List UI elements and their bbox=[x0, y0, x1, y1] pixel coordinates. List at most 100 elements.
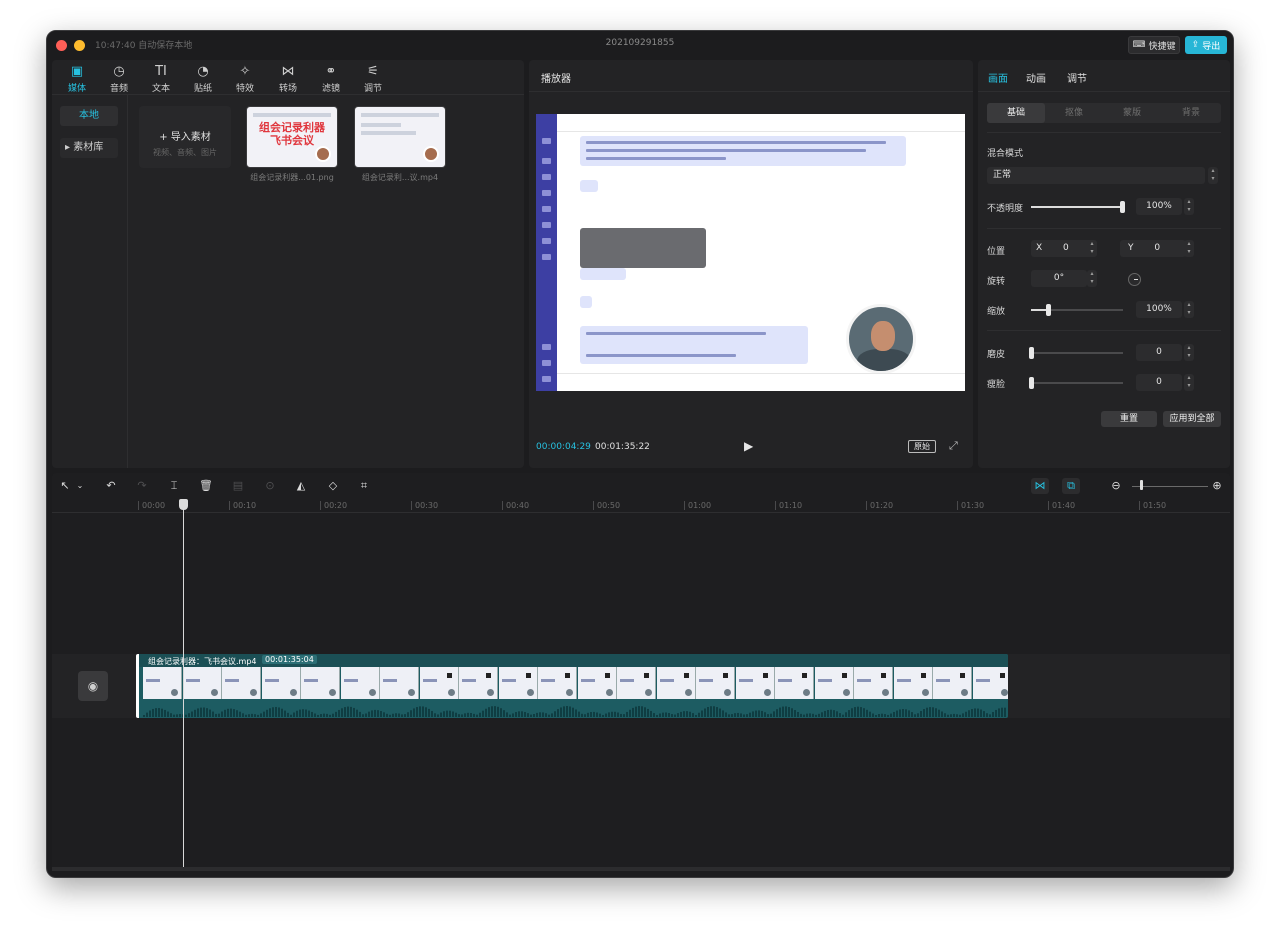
tab-effects[interactable]: ✧ 特效 bbox=[224, 60, 266, 94]
tab-media[interactable]: ▣ 媒体 bbox=[56, 60, 98, 94]
rotate-icon[interactable]: ◇ bbox=[325, 478, 341, 494]
plus-icon: + bbox=[159, 132, 171, 143]
rotation-label: 旋转 bbox=[987, 277, 1006, 287]
preview-text-line bbox=[586, 354, 736, 357]
tab-animation[interactable]: 动画 bbox=[1026, 70, 1046, 85]
smooth-skin-label: 磨皮 bbox=[987, 350, 1006, 360]
tab-adjust[interactable]: 调节 bbox=[1067, 70, 1087, 85]
subtab-mask[interactable]: 蒙版 bbox=[1103, 103, 1161, 123]
speaker-icon: ◉ bbox=[87, 679, 99, 693]
clip-frame bbox=[419, 667, 459, 699]
preview-message-bubble bbox=[580, 180, 598, 192]
tab-picture[interactable]: 画面 bbox=[988, 70, 1008, 85]
position-label: 位置 bbox=[987, 247, 1006, 257]
smooth-skin-input[interactable]: 0 bbox=[1136, 344, 1182, 361]
track-audio-toggle[interactable]: ◉ bbox=[78, 671, 108, 701]
shortcut-button[interactable]: ⌨ 快捷键 bbox=[1128, 36, 1180, 54]
select-tool-icon[interactable]: ↖ bbox=[57, 478, 73, 494]
smooth-skin-slider-knob[interactable] bbox=[1029, 347, 1034, 359]
tab-adjust[interactable]: ⚟ 调节 bbox=[352, 60, 394, 94]
redo-icon[interactable]: ↷ bbox=[134, 478, 150, 494]
text-icon: TI bbox=[155, 64, 167, 79]
tab-transition[interactable]: ⋈ 转场 bbox=[267, 60, 309, 94]
subtab-background[interactable]: 背景 bbox=[1162, 103, 1220, 123]
blend-mode-label: 混合模式 bbox=[987, 149, 1024, 159]
link-clips-icon[interactable]: ⧉ bbox=[1062, 478, 1080, 494]
divider bbox=[529, 91, 973, 92]
ratio-button[interactable]: 原始 bbox=[908, 440, 936, 453]
tab-filter[interactable]: ⚭ 滤镜 bbox=[310, 60, 352, 94]
rotation-dial-icon[interactable] bbox=[1128, 273, 1141, 286]
position-y-stepper[interactable]: ▴ ▾ bbox=[1184, 240, 1194, 257]
split-icon[interactable]: ⌶ bbox=[166, 478, 182, 494]
subtab-basic[interactable]: 基础 bbox=[987, 103, 1045, 123]
ruler-tick: 01:00 bbox=[684, 501, 711, 510]
scale-stepper[interactable]: ▴ ▾ bbox=[1184, 301, 1194, 318]
preview-chat-input bbox=[557, 373, 965, 391]
preview-text-line bbox=[586, 141, 886, 144]
media-thumbnail-video[interactable] bbox=[354, 106, 446, 168]
ruler-tick: 00:00 bbox=[138, 501, 165, 510]
opacity-input[interactable]: 100% bbox=[1136, 198, 1182, 215]
rotation-stepper[interactable]: ▴ ▾ bbox=[1087, 270, 1097, 287]
timeline-ruler[interactable]: 00:00 00:10 00:20 00:30 00:40 00:50 01:00 01:10… bbox=[52, 499, 1230, 513]
undo-icon[interactable]: ↶ bbox=[103, 478, 119, 494]
clip-frame bbox=[143, 667, 182, 699]
rotation-input[interactable]: 0° bbox=[1031, 270, 1087, 287]
fullscreen-icon[interactable]: ⤢ bbox=[949, 439, 958, 453]
video-clip[interactable]: 组会记录利器：飞书会议.mp4 00:01:35:04 bbox=[136, 654, 1008, 718]
ruler-tick: 00:30 bbox=[411, 501, 438, 510]
clip-frame bbox=[854, 667, 893, 699]
video-preview[interactable] bbox=[536, 114, 965, 391]
tab-audio[interactable]: ◷ 音频 bbox=[98, 60, 140, 94]
thumbnail-header bbox=[361, 113, 439, 117]
apply-all-button[interactable]: 应用到全部 bbox=[1163, 411, 1221, 427]
slim-face-input[interactable]: 0 bbox=[1136, 374, 1182, 391]
chevron-down-icon[interactable]: ⌄ bbox=[72, 478, 88, 494]
delete-icon[interactable]: 🗑 bbox=[198, 478, 214, 494]
keyboard-icon: ⌨ bbox=[1132, 40, 1146, 50]
mirror-icon[interactable]: ◭ bbox=[293, 478, 309, 494]
subtab-chroma-key[interactable]: 抠像 bbox=[1045, 103, 1103, 123]
tab-text[interactable]: TI 文本 bbox=[140, 60, 182, 94]
reverse-icon[interactable]: ⊙ bbox=[262, 478, 278, 494]
reset-button[interactable]: 重置 bbox=[1101, 411, 1157, 427]
slim-face-stepper[interactable]: ▴ ▾ bbox=[1184, 374, 1194, 391]
thumbnail-caption: 组会记录利器...01.png bbox=[250, 173, 334, 182]
media-thumbnail-image[interactable]: 组会记录利器 飞书会议 bbox=[246, 106, 338, 168]
export-button[interactable]: ⇪ 导出 bbox=[1185, 36, 1227, 54]
blend-mode-chevron-icon[interactable]: ▴ ▾ bbox=[1208, 167, 1218, 184]
clip-frame bbox=[617, 667, 656, 699]
zoom-slider-track[interactable] bbox=[1132, 486, 1208, 487]
sidebar-item-library[interactable]: ▸ 素材库 bbox=[60, 138, 118, 158]
opacity-label: 不透明度 bbox=[987, 204, 1024, 214]
play-icon[interactable]: ▶ bbox=[744, 439, 753, 453]
blend-mode-select[interactable]: 正常 bbox=[987, 167, 1205, 184]
opacity-slider-knob[interactable] bbox=[1120, 201, 1125, 213]
clip-frame bbox=[340, 667, 380, 699]
tab-label: 特效 bbox=[235, 84, 254, 94]
opacity-stepper[interactable]: ▴ ▾ bbox=[1184, 198, 1194, 215]
preview-text-line bbox=[586, 332, 766, 335]
freeze-frame-icon[interactable]: ▤ bbox=[230, 478, 246, 494]
import-media-button[interactable]: + 导入素材 视频、音频、图片 bbox=[139, 106, 231, 168]
smooth-skin-stepper[interactable]: ▴ ▾ bbox=[1184, 344, 1194, 361]
scale-input[interactable]: 100% bbox=[1136, 301, 1182, 318]
tab-sticker[interactable]: ◔ 贴纸 bbox=[182, 60, 224, 94]
snap-icon[interactable]: ⋈ bbox=[1031, 478, 1049, 494]
zoom-slider-knob[interactable] bbox=[1140, 480, 1143, 490]
smooth-skin-slider-track[interactable] bbox=[1031, 352, 1123, 354]
position-y-input[interactable]: Y 0 bbox=[1120, 240, 1186, 257]
position-x-stepper[interactable]: ▴ ▾ bbox=[1087, 240, 1097, 257]
zoom-out-icon[interactable]: ⊖ bbox=[1108, 478, 1124, 494]
timeline-scrollbar[interactable] bbox=[52, 867, 1230, 871]
zoom-in-icon[interactable]: ⊕ bbox=[1209, 478, 1225, 494]
slim-face-slider-track[interactable] bbox=[1031, 382, 1123, 384]
playhead-handle[interactable] bbox=[179, 499, 188, 510]
crop-icon[interactable]: ⌗ bbox=[356, 478, 372, 494]
sidebar-item-local[interactable]: 本地 bbox=[60, 106, 118, 126]
scale-slider-knob[interactable] bbox=[1046, 304, 1052, 316]
app-window: 10:47:40 自动保存本地 202109291855 ⌨ 快捷键 ⇪ 导出 … bbox=[46, 30, 1234, 878]
clip-waveform bbox=[143, 706, 1006, 717]
slim-face-slider-knob[interactable] bbox=[1029, 377, 1034, 389]
